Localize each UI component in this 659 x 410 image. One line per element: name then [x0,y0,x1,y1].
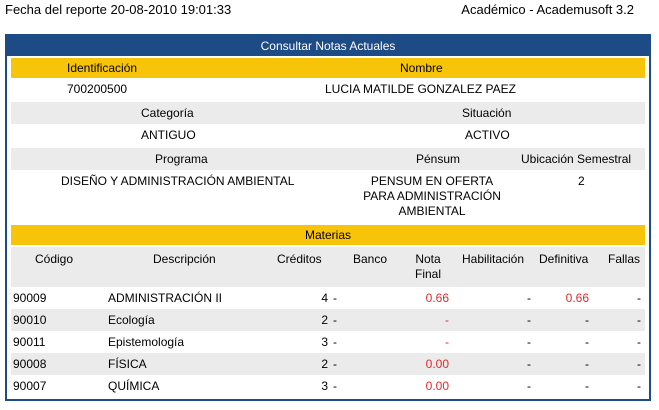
cell-code: 90011 [13,335,46,349]
table-row: 90008 FÍSICA 2-0.00- - - [11,353,645,375]
cell-code: 90007 [13,379,47,393]
col-nota-line: Final [414,267,441,281]
situation-value: ACTIVO [465,128,510,142]
materias-bar: Materias [11,225,645,245]
cell-bank: - [333,335,337,349]
cell-bank: - [333,357,337,371]
cell-code: 90010 [13,313,47,327]
col-nota-line: Nota [415,252,441,266]
id-label: Identificación [67,61,138,75]
col-code: Código [35,252,74,266]
col-nota-final: Nota Final [408,252,448,282]
cell-nota-final: - [445,335,449,349]
pensum-line: PENSUM EN OFERTA [370,174,494,188]
cell-definitiva: - [585,313,589,327]
col-bank: Banco [353,252,388,266]
cell-credits: 4 [321,291,328,305]
category-label: Categoría [141,106,194,120]
semester-value: 2 [578,174,585,188]
program-value: DISEÑO Y ADMINISTRACIÓN AMBIENTAL [61,174,295,188]
cell-fallas: - [637,379,641,393]
cell-description: QUÍMICA [108,379,160,393]
cell-definitiva: - [585,335,589,349]
cell-habilitacion: - [527,313,531,327]
cell-habilitacion: - [527,291,531,305]
cell-nota-final: 0.00 [425,357,449,371]
cell-credits: 2 [321,313,328,327]
cell-definitiva: - [585,379,589,393]
col-credits: Créditos [277,252,322,266]
grades-panel: Consultar Notas Actuales Identificación … [5,34,651,401]
panel-title: Consultar Notas Actuales [7,36,649,56]
col-description: Descripción [153,252,216,266]
cell-fallas: - [637,291,641,305]
table-row: 90009 ADMINISTRACIÓN II 4-0.66-0.66- [11,287,645,309]
col-fallas: Fallas [608,252,641,266]
cell-description: Ecología [108,313,155,327]
cell-definitiva: 0.66 [565,291,589,305]
name-value: LUCIA MATILDE GONZALEZ PAEZ [325,82,516,96]
cell-habilitacion: - [527,379,531,393]
category-value: ANTIGUO [141,128,196,142]
cell-code: 90008 [13,357,47,371]
cell-description: ADMINISTRACIÓN II [108,291,223,305]
id-value: 700200500 [67,82,128,96]
report-date: Fecha del reporte 20-08-2010 19:01:33 [5,2,232,17]
materias-header: Código Descripción Créditos Banco Nota F… [11,247,645,287]
cell-credits: 3 [321,335,328,349]
cell-nota-final: 0.66 [425,291,449,305]
materias-title: Materias [304,228,351,242]
id-header-bar: Identificación Nombre [11,58,645,78]
cell-credits: 3 [321,379,328,393]
app-name: Académico - Academusoft 3.2 [461,2,634,17]
col-habilitacion: Habilitación [462,252,525,266]
program-header-bar: Programa Pénsum Ubicación Semestral [11,148,645,170]
cell-bank: - [333,313,337,327]
cell-habilitacion: - [527,335,531,349]
cell-description: FÍSICA [108,357,147,371]
report-header: Fecha del reporte 20-08-2010 19:01:33 Ac… [0,2,659,20]
cell-fallas: - [637,335,641,349]
cell-code: 90009 [13,291,47,305]
cell-description: Epistemología [108,335,185,349]
name-label: Nombre [400,61,443,75]
cell-credits: 2 [321,357,328,371]
cell-nota-final: 0.00 [425,379,449,393]
semester-label: Ubicación Semestral [521,152,632,166]
situation-label: Situación [462,106,512,120]
cell-bank: - [333,291,337,305]
table-row: 90007 QUÍMICA 3-0.00- - - [11,375,645,397]
pensum-label: Pénsum [416,152,461,166]
table-row: 90011 Epistemología 3- - - - - [11,331,645,353]
pensum-value: PENSUM EN OFERTA PARA ADMINISTRACIÓN AMB… [347,174,517,219]
cell-habilitacion: - [527,357,531,371]
cell-nota-final: - [445,313,449,327]
pensum-line: PARA ADMINISTRACIÓN [363,189,501,203]
col-definitiva: Definitiva [539,252,589,266]
cell-fallas: - [637,357,641,371]
cell-bank: - [333,379,337,393]
table-row: 90010 Ecología 2- - - - - [11,309,645,331]
category-header-bar: Categoría Situación [11,102,645,124]
pensum-line: AMBIENTAL [398,204,466,218]
program-label: Programa [155,152,208,166]
cell-definitiva: - [585,357,589,371]
cell-fallas: - [637,313,641,327]
